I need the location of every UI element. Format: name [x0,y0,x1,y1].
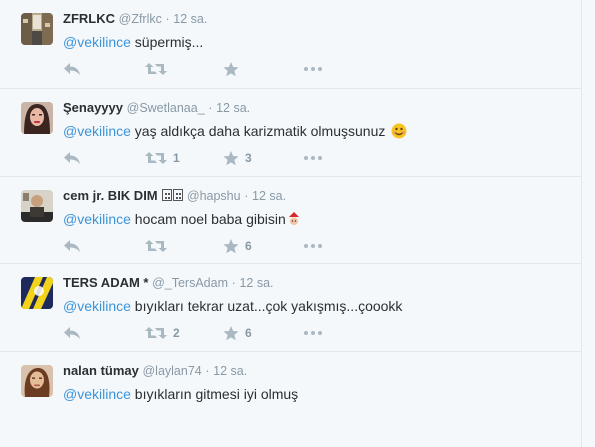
mention-link[interactable]: @vekilince [63,386,131,402]
avatar[interactable] [21,13,53,45]
reply-button[interactable] [63,237,81,255]
tweet-actions: 1 3 [63,149,363,167]
reply-button[interactable] [63,149,81,167]
tweet-item[interactable]: Şenayyyy @Swetlanaa_ · 12 sa. @vekilince… [0,89,581,177]
reply-icon [64,327,80,339]
tweet-header: cem jr. BIK DIM @hapshu · 12 sa. [63,188,286,204]
tweet-text: @vekilince süpermiş... [63,33,203,51]
more-button[interactable] [304,237,322,255]
reply-icon [64,152,80,164]
tweet-text-content: hocam noel baba gibisin [130,211,286,227]
favorite-button[interactable]: 6 [223,237,252,255]
tweet-author-handle[interactable]: @hapshu [187,189,241,203]
tweet-text: @vekilince hocam noel baba gibisin [63,210,302,228]
star-icon [223,150,239,165]
more-dots-icon [304,244,322,248]
tweet-header: ZFRLKC @Zfrlkc · 12 sa. [63,11,207,27]
mention-link[interactable]: @vekilince [63,34,131,50]
more-button[interactable] [304,60,322,78]
retweet-count: 2 [173,326,180,340]
tweet-author-name[interactable]: TERS ADAM * [63,275,148,290]
retweet-icon [145,327,167,339]
tweet-text: @vekilince bıyıkları tekrar uzat...çok y… [63,297,402,315]
timeline-border [581,0,582,447]
retweet-count: 1 [173,151,180,165]
tweet-actions: 2 6 [63,324,363,342]
mention-link[interactable]: @vekilince [63,298,131,314]
separator-dot: · [208,101,213,115]
tweet-text: @vekilince bıyıkların gitmesi iyi olmuş [63,385,298,403]
separator-dot: · [165,12,170,26]
retweet-button[interactable] [145,237,173,255]
tweet-timestamp[interactable]: 12 sa. [216,101,250,115]
favorite-count: 6 [245,239,252,253]
tweet-author-name[interactable]: nalan tümay [63,363,139,378]
unknown-glyph-icon [173,189,184,201]
favorite-count: 3 [245,151,252,165]
separator-dot: · [205,364,210,378]
separator-dot: · [231,276,236,290]
retweet-icon [145,63,167,75]
tweet-author-handle[interactable]: @laylan74 [142,364,201,378]
tweet-timestamp[interactable]: 12 sa. [213,364,247,378]
tweet-timestamp[interactable]: 12 sa. [252,189,286,203]
tweet-actions: 6 [63,237,363,255]
tweet-author-name[interactable]: ZFRLKC [63,11,115,26]
star-icon [223,325,239,340]
more-dots-icon [304,331,322,335]
tweet-timestamp[interactable]: 12 sa. [173,12,207,26]
avatar[interactable] [21,277,53,309]
tweet-text-content: süpermiş... [130,34,204,50]
tweet-header: nalan tümay @laylan74 · 12 sa. [63,363,247,379]
avatar[interactable] [21,365,53,397]
star-icon [223,61,239,76]
tweet-header: TERS ADAM * @_TersAdam · 12 sa. [63,275,274,291]
tweet-author-handle[interactable]: @Zfrlkc [119,12,162,26]
retweet-button[interactable] [145,60,173,78]
retweet-icon [145,152,167,164]
santa-emoji-icon [287,212,300,226]
avatar[interactable] [21,190,53,222]
tweet-timeline: ZFRLKC @Zfrlkc · 12 sa. @vekilince süper… [0,0,581,447]
tweet-text-content: yaş aldıkça daha karizmatik olmuşsunuz [130,123,390,139]
tweet-author-handle[interactable]: @Swetlanaa_ [127,101,205,115]
reply-icon [64,240,80,252]
separator-dot: · [244,189,249,203]
more-button[interactable] [304,324,322,342]
tweet-text-content: bıyıkların gitmesi iyi olmuş [130,386,299,402]
favorite-count: 6 [245,326,252,340]
retweet-icon [145,240,167,252]
reply-button[interactable] [63,60,81,78]
tweet-text-content: bıyıkları tekrar uzat...çok yakışmış...ç… [130,298,403,314]
tweet-text: @vekilince yaş aldıkça daha karizmatik o… [63,122,407,140]
tweet-author-name[interactable]: cem jr. BIK DIM [63,188,161,203]
favorite-button[interactable]: 3 [223,149,252,167]
reply-icon [64,63,80,75]
retweet-button[interactable]: 2 [145,324,180,342]
smile-emoji-icon [391,123,407,139]
favorite-button[interactable] [223,60,245,78]
retweet-button[interactable]: 1 [145,149,180,167]
tweet-header: Şenayyyy @Swetlanaa_ · 12 sa. [63,100,250,116]
more-dots-icon [304,67,322,71]
unknown-glyph-icon [162,189,173,201]
reply-button[interactable] [63,324,81,342]
mention-link[interactable]: @vekilince [63,211,131,227]
tweet-author-handle[interactable]: @_TersAdam [152,276,228,290]
tweet-item[interactable]: cem jr. BIK DIM @hapshu · 12 sa. @vekili… [0,177,581,264]
tweet-author-name[interactable]: Şenayyyy [63,100,123,115]
tweet-item[interactable]: TERS ADAM * @_TersAdam · 12 sa. @vekilin… [0,264,581,352]
mention-link[interactable]: @vekilince [63,123,131,139]
tweet-actions [63,60,363,78]
favorite-button[interactable]: 6 [223,324,252,342]
tweet-timestamp[interactable]: 12 sa. [239,276,273,290]
star-icon [223,238,239,253]
more-button[interactable] [304,149,322,167]
tweet-item[interactable]: ZFRLKC @Zfrlkc · 12 sa. @vekilince süper… [0,0,581,89]
tweet-item[interactable]: nalan tümay @laylan74 · 12 sa. @vekilinc… [0,352,581,447]
avatar[interactable] [21,102,53,134]
more-dots-icon [304,156,322,160]
